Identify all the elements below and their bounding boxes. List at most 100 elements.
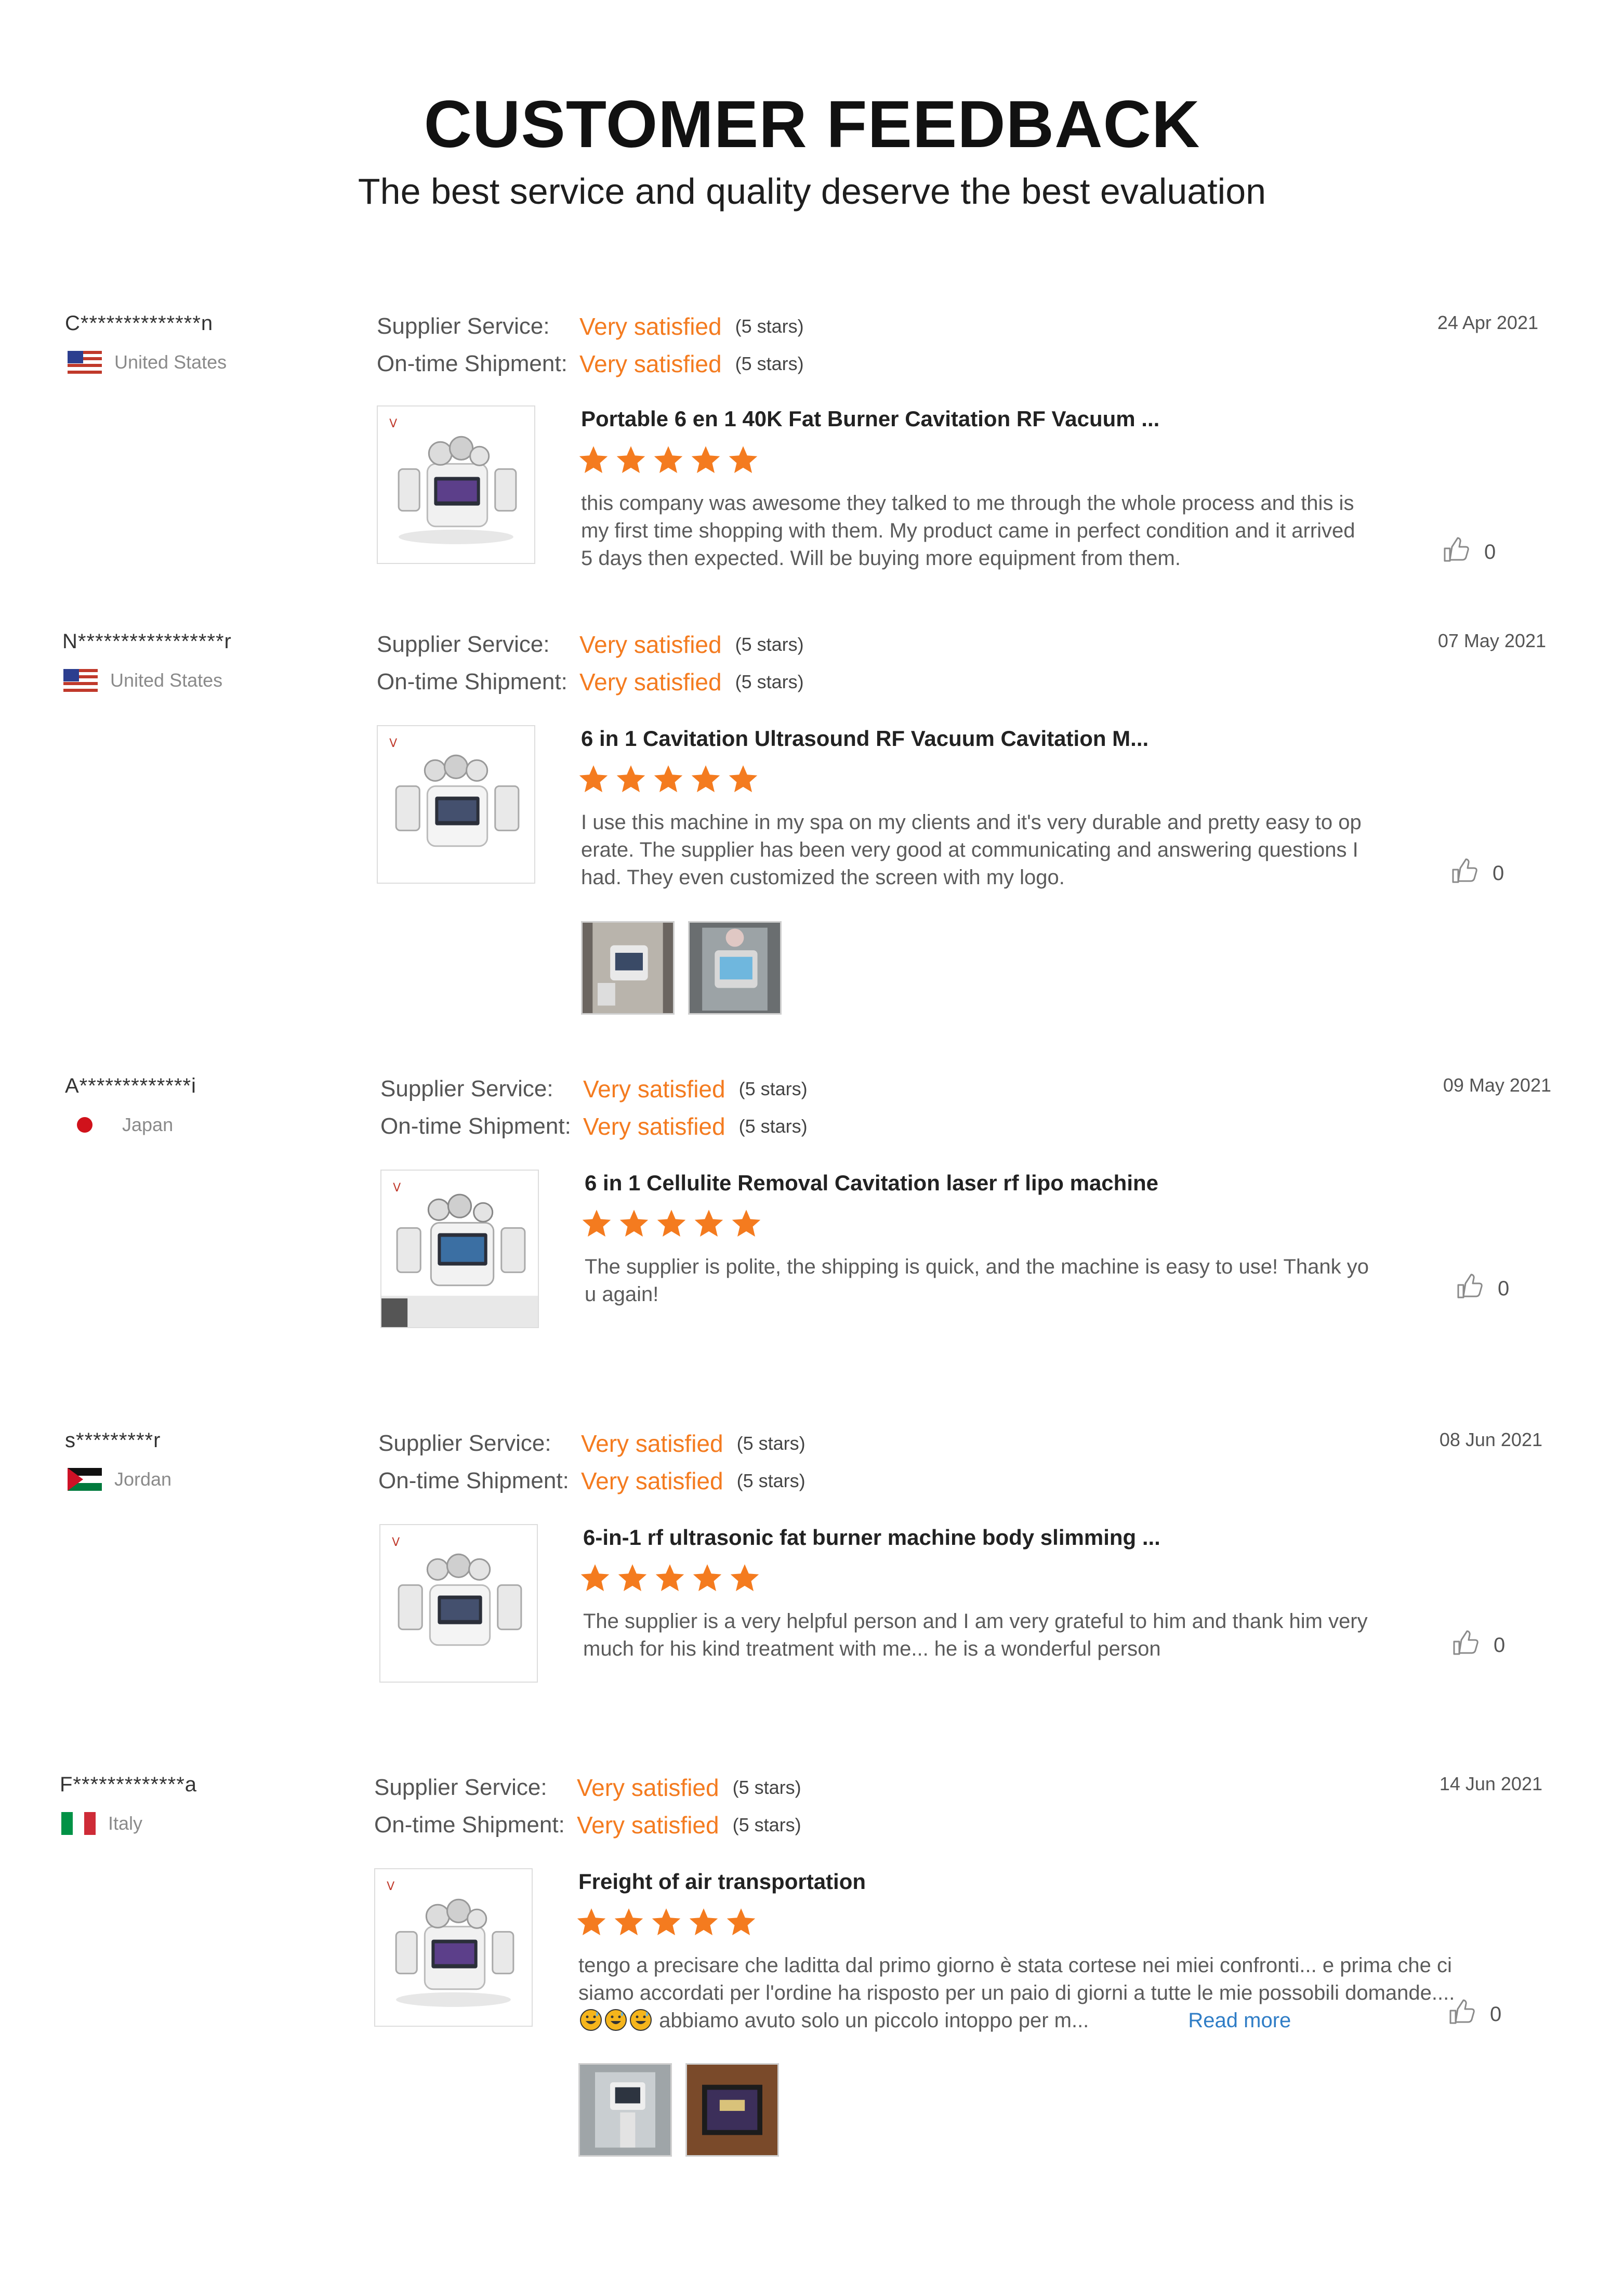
reviewer-country: United States bbox=[68, 349, 227, 375]
product-thumbnail[interactable]: V bbox=[374, 1868, 533, 2027]
country-label: Italy bbox=[108, 1813, 143, 1834]
review-text: this company was awesome they talked to … bbox=[581, 492, 1355, 570]
star-rating bbox=[578, 764, 759, 795]
beauty-machine-icon: V bbox=[389, 417, 517, 544]
product-thumbnail[interactable]: V bbox=[377, 725, 535, 884]
star-icon bbox=[652, 1908, 681, 1935]
like-button[interactable]: 0 bbox=[1449, 858, 1504, 889]
product-title[interactable]: 6-in-1 rf ultrasonic fat burner machine … bbox=[583, 1525, 1160, 1550]
star-icon bbox=[693, 1564, 722, 1591]
star-icon bbox=[732, 1210, 761, 1237]
star-icon bbox=[691, 765, 720, 792]
shipment-rating: On-time Shipment: Very satisfied (5 star… bbox=[377, 350, 804, 377]
star-rating bbox=[579, 1563, 760, 1594]
thumbs-up-icon bbox=[1450, 1628, 1479, 1662]
star-icon bbox=[582, 1210, 611, 1237]
country-label: Japan bbox=[122, 1114, 174, 1135]
italy-flag-icon bbox=[61, 1812, 96, 1835]
supplier-service-rating: Supplier Service: Very satisfied (5 star… bbox=[377, 631, 804, 658]
star-icon bbox=[729, 446, 758, 473]
review-photo[interactable] bbox=[685, 2063, 779, 2157]
like-button[interactable]: 0 bbox=[1446, 1999, 1501, 2030]
star-rating bbox=[576, 1907, 757, 1938]
star-icon bbox=[577, 1908, 606, 1935]
product-title[interactable]: 6 in 1 Cavitation Ultrasound RF Vacuum C… bbox=[581, 726, 1148, 751]
like-button[interactable]: 0 bbox=[1454, 1273, 1509, 1304]
us-flag-icon bbox=[68, 351, 102, 374]
like-button[interactable]: 0 bbox=[1441, 536, 1496, 568]
review-date: 07 May 2021 bbox=[1437, 630, 1546, 651]
beauty-machine-icon: V bbox=[381, 1182, 538, 1327]
review-date: 08 Jun 2021 bbox=[1439, 1429, 1542, 1450]
svg-text:V: V bbox=[389, 737, 397, 750]
grinning-sweat-emoji-icon bbox=[579, 2009, 602, 2031]
feedback-page: CUSTOMER FEEDBACK The best service and q… bbox=[0, 0, 1624, 2270]
like-count: 0 bbox=[1484, 540, 1496, 563]
star-icon bbox=[730, 1564, 759, 1591]
product-title[interactable]: Freight of air transportation bbox=[578, 1869, 866, 1894]
jordan-flag-icon bbox=[68, 1468, 102, 1491]
read-more-link[interactable]: Read more bbox=[1188, 2009, 1291, 2032]
like-count: 0 bbox=[1490, 2002, 1502, 2026]
like-count: 0 bbox=[1494, 1633, 1506, 1657]
product-title[interactable]: Portable 6 en 1 40K Fat Burner Cavitatio… bbox=[581, 406, 1159, 431]
reviewer-country: Japan bbox=[75, 1112, 173, 1138]
grinning-sweat-emoji-icon bbox=[629, 2009, 652, 2031]
star-rating bbox=[578, 445, 759, 476]
reviewer-name: N*****************r bbox=[62, 630, 232, 653]
shipment-rating: On-time Shipment: Very satisfied (5 star… bbox=[377, 668, 804, 696]
review-date: 09 May 2021 bbox=[1443, 1074, 1551, 1096]
review-date: 24 Apr 2021 bbox=[1437, 312, 1538, 333]
svg-text:V: V bbox=[387, 1880, 394, 1893]
shipment-rating: On-time Shipment: Very satisfied (5 star… bbox=[374, 1812, 801, 1839]
like-button[interactable]: 0 bbox=[1450, 1630, 1505, 1661]
star-icon bbox=[616, 765, 645, 792]
star-icon bbox=[654, 765, 683, 792]
star-icon bbox=[727, 1908, 756, 1935]
product-thumbnail[interactable]: V bbox=[380, 1170, 539, 1328]
thumbs-up-icon bbox=[1446, 1997, 1475, 2031]
review-text: The supplier is a very helpful person an… bbox=[583, 1610, 1368, 1660]
reviewer-name: A*************i bbox=[65, 1074, 196, 1097]
review-photo[interactable] bbox=[578, 2063, 672, 2157]
star-icon bbox=[618, 1564, 647, 1591]
star-icon bbox=[655, 1564, 684, 1591]
star-icon bbox=[729, 765, 758, 792]
supplier-service-rating: Supplier Service: Very satisfied (5 star… bbox=[380, 1075, 808, 1103]
reviewer-name: F*************a bbox=[60, 1773, 197, 1796]
star-icon bbox=[694, 1210, 723, 1237]
beauty-machine-icon: V bbox=[392, 1536, 522, 1646]
thumbs-up-icon bbox=[1454, 1271, 1483, 1306]
star-icon bbox=[614, 1908, 643, 1935]
review-text-part: abbiamo avuto solo un piccolo intoppo pe… bbox=[659, 2009, 1089, 2032]
review-photo[interactable] bbox=[688, 921, 782, 1015]
star-icon bbox=[616, 446, 645, 473]
supplier-service-rating: Supplier Service: Very satisfied (5 star… bbox=[374, 1774, 801, 1801]
star-icon bbox=[689, 1908, 718, 1935]
us-flag-icon bbox=[63, 669, 98, 692]
product-thumbnail[interactable]: V bbox=[379, 1524, 538, 1683]
star-icon bbox=[691, 446, 720, 473]
product-title[interactable]: 6 in 1 Cellulite Removal Cavitation lase… bbox=[585, 1171, 1158, 1196]
star-icon bbox=[654, 446, 683, 473]
product-thumbnail[interactable]: V bbox=[377, 405, 535, 564]
review-text-part: tengo a precisare che laditta dal primo … bbox=[578, 1954, 1455, 2004]
star-icon bbox=[580, 1564, 610, 1591]
page-title: CUSTOMER FEEDBACK bbox=[424, 87, 1200, 162]
reviewer-country: United States bbox=[63, 667, 222, 693]
beauty-machine-icon: V bbox=[389, 737, 520, 847]
reviewer-country: Italy bbox=[61, 1810, 142, 1836]
review-text: I use this machine in my spa on my clien… bbox=[581, 811, 1362, 889]
shipment-rating: On-time Shipment: Very satisfied (5 star… bbox=[380, 1113, 808, 1140]
star-icon bbox=[579, 765, 608, 792]
star-icon bbox=[619, 1210, 649, 1237]
star-icon bbox=[579, 446, 608, 473]
country-label: Jordan bbox=[114, 1468, 172, 1490]
supplier-service-rating: Supplier Service: Very satisfied (5 star… bbox=[378, 1430, 806, 1457]
like-count: 0 bbox=[1493, 861, 1504, 885]
grinning-sweat-emoji-icon bbox=[604, 2009, 627, 2031]
review-text: tengo a precisare che laditta dal primo … bbox=[578, 1952, 1462, 2035]
svg-text:V: V bbox=[389, 417, 397, 430]
country-label: United States bbox=[114, 351, 227, 373]
review-photo[interactable] bbox=[581, 921, 675, 1015]
